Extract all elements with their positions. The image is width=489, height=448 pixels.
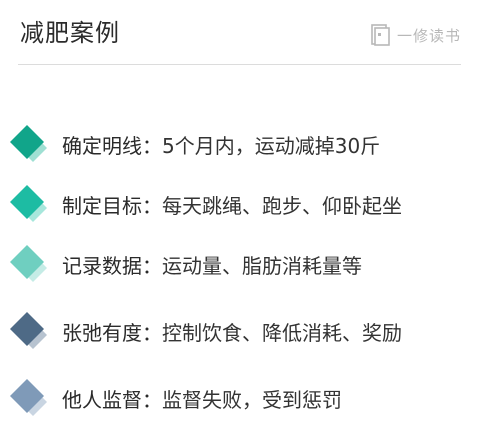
item-desc: 每天跳绳、跑步、仰卧起坐: [162, 193, 402, 218]
list-item: 制定目标： 每天跳绳、跑步、仰卧起坐: [8, 184, 402, 224]
item-desc: 运动量、脂肪消耗量等: [162, 253, 362, 278]
brand-name: 一修读书: [396, 26, 461, 45]
item-label: 制定目标：: [62, 193, 162, 218]
diamond-icon: [10, 185, 47, 222]
item-label: 记录数据：: [62, 253, 162, 278]
item-label: 他人监督：: [62, 387, 162, 412]
book-icon: [371, 24, 390, 46]
brand: 一修读书: [371, 22, 461, 48]
diamond-icon: [10, 379, 47, 416]
list-item: 确定明线： 5个月内，运动减掉30斤: [8, 124, 380, 164]
item-desc: 5个月内，运动减掉30斤: [162, 133, 381, 158]
header: 减肥案例 一修读书: [18, 0, 461, 65]
list-item: 他人监督： 监督失败，受到惩罚: [8, 378, 342, 418]
list-item: 记录数据： 运动量、脂肪消耗量等: [8, 244, 362, 284]
diamond-icon: [10, 245, 47, 282]
list-item: 张弛有度： 控制饮食、降低消耗、奖励: [8, 311, 402, 351]
page-title: 减肥案例: [20, 19, 120, 47]
item-label: 确定明线：: [62, 133, 162, 158]
diamond-icon: [10, 312, 47, 349]
item-desc: 监督失败，受到惩罚: [162, 387, 342, 412]
diamond-icon: [10, 125, 47, 162]
item-label: 张弛有度：: [62, 320, 162, 345]
item-desc: 控制饮食、降低消耗、奖励: [162, 320, 402, 345]
